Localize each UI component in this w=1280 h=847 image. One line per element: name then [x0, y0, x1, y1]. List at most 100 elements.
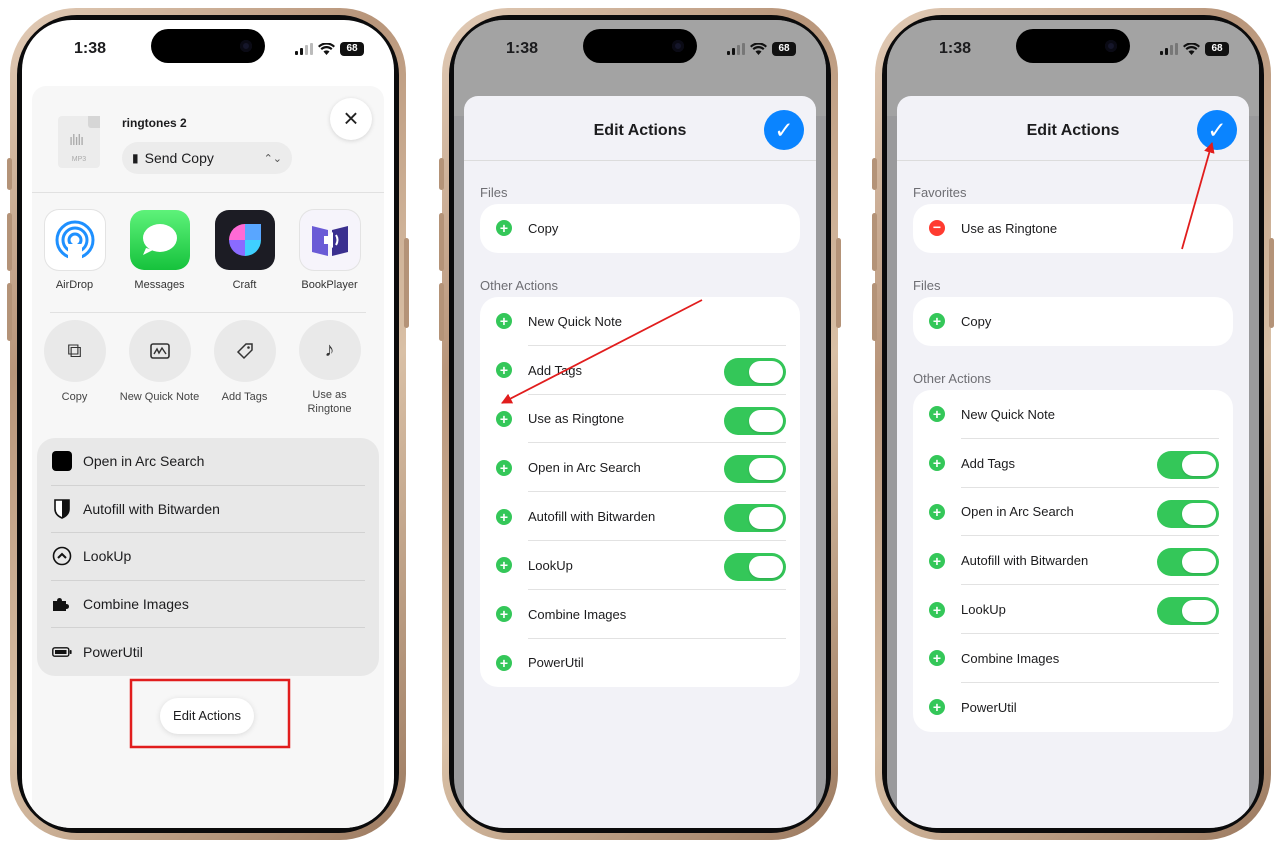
section-header-other-actions: Other Actions [913, 371, 992, 386]
remove-icon[interactable]: − [929, 220, 945, 237]
volume-down-button [872, 283, 877, 341]
battery-level: 68 [340, 42, 364, 56]
add-icon[interactable]: + [496, 606, 512, 623]
row-add-tags: + Add Tags [913, 439, 1233, 488]
row-label: Use as Ringtone [961, 220, 1058, 236]
toggle-switch[interactable] [724, 504, 786, 533]
row-label: PowerUtil [528, 655, 584, 671]
toggle-switch[interactable] [724, 552, 786, 581]
list-item-lookup[interactable]: LookUp [51, 533, 365, 581]
battery-level: 68 [1205, 42, 1229, 56]
volume-up-button [872, 213, 877, 271]
craft-icon [214, 210, 275, 270]
edit-actions-sheet: Edit Actions ✓ Files + Copy Other Action… [464, 96, 816, 828]
other-actions-group: + New Quick Note + Add Tags + Use as Rin… [480, 297, 800, 688]
file-name: ringtones 2 [122, 116, 187, 130]
add-icon[interactable]: + [929, 503, 945, 520]
add-icon[interactable]: + [929, 601, 945, 618]
row-open-in-arc-search: + Open in Arc Search [480, 443, 800, 493]
close-icon: × [343, 103, 359, 133]
arc-search-icon [51, 450, 73, 472]
list-item-label: Open in Arc Search [83, 453, 205, 470]
status-time: 1:38 [506, 40, 539, 57]
add-icon[interactable]: + [496, 654, 512, 671]
side-button [404, 238, 409, 328]
cellular-signal-icon [727, 43, 745, 55]
row-new-quick-note: + New Quick Note [913, 390, 1233, 439]
app-bookplayer[interactable]: BookPlayer [287, 210, 372, 300]
header-divider [464, 160, 816, 161]
action-label: New Quick Note [119, 391, 200, 403]
add-icon[interactable]: + [929, 699, 945, 716]
header-divider [897, 160, 1249, 161]
add-icon[interactable]: + [496, 508, 512, 525]
toggle-switch[interactable] [1157, 548, 1219, 577]
done-button[interactable]: ✓ [764, 110, 804, 150]
dynamic-island [151, 29, 265, 63]
file-fold [88, 116, 100, 128]
add-icon[interactable]: + [929, 552, 945, 569]
puzzle-icon [51, 593, 73, 615]
lookup-icon [51, 545, 73, 567]
action-copy[interactable]: ⧉ Copy [32, 320, 117, 416]
share-sheet: × ılılı MP3 ringtones 2 ▮ Send Copy ⌃⌄ A… [32, 86, 384, 828]
action-new-quick-note[interactable]: New Quick Note [117, 320, 202, 416]
list-item-combine-images[interactable]: Combine Images [51, 581, 365, 629]
add-icon[interactable]: + [496, 410, 512, 427]
add-icon[interactable]: + [496, 220, 512, 237]
list-item-arc-search[interactable]: Open in Arc Search [51, 438, 365, 486]
app-craft[interactable]: Craft [202, 210, 287, 300]
phone-frame-3: 1:38 68 Edit Actions ✓ Favorites − Use a… [872, 8, 1274, 840]
add-icon[interactable]: + [929, 313, 945, 330]
edit-actions-sheet: Edit Actions ✓ Favorites − Use as Ringto… [897, 96, 1249, 828]
wifi-icon [1183, 43, 1200, 55]
list-item-label: Combine Images [83, 596, 189, 613]
row-label: Copy [528, 220, 559, 236]
edit-actions-button[interactable]: Edit Actions [160, 698, 254, 734]
action-use-as-ringtone[interactable]: ♪ Use as Ringtone [287, 320, 372, 416]
add-icon[interactable]: + [929, 455, 945, 472]
row-open-in-arc-search: + Open in Arc Search [913, 488, 1233, 537]
row-label: Copy [961, 313, 992, 329]
app-messages[interactable]: Messages [117, 210, 202, 300]
list-item-powerutil[interactable]: PowerUtil [51, 628, 365, 676]
toggle-switch[interactable] [724, 455, 786, 484]
add-icon[interactable]: + [929, 650, 945, 667]
add-icon[interactable]: + [496, 459, 512, 476]
action-button [872, 158, 877, 190]
cellular-signal-icon [295, 43, 313, 55]
app-label: AirDrop [55, 279, 94, 291]
toggle-switch[interactable] [1157, 499, 1219, 528]
document-icon: ▮ [132, 151, 139, 165]
app-airdrop[interactable]: AirDrop [32, 210, 117, 300]
row-label: Use as Ringtone [528, 411, 625, 427]
row-powerutil: + PowerUtil [480, 639, 800, 688]
row-label: New Quick Note [961, 406, 1055, 422]
action-add-tags[interactable]: Add Tags [202, 320, 287, 416]
toggle-switch[interactable] [724, 357, 786, 386]
wifi-icon [750, 43, 767, 55]
list-item-bitwarden[interactable]: Autofill with Bitwarden [51, 486, 365, 534]
close-button[interactable]: × [330, 98, 372, 140]
row-label: Combine Images [961, 650, 1060, 666]
toggle-switch[interactable] [1157, 597, 1219, 626]
toggle-switch[interactable] [724, 406, 786, 435]
tag-icon [213, 320, 276, 382]
add-icon[interactable]: + [929, 406, 945, 423]
row-add-tags: + Add Tags [480, 346, 800, 395]
add-icon[interactable]: + [496, 557, 512, 574]
other-actions-group: + New Quick Note + Add Tags + Open in Ar… [913, 390, 1233, 732]
airdrop-icon [44, 210, 105, 270]
send-mode-picker[interactable]: ▮ Send Copy ⌃⌄ [122, 142, 292, 174]
add-icon[interactable]: + [496, 362, 512, 379]
row-label: Autofill with Bitwarden [528, 509, 656, 525]
row-copy: + Copy [480, 204, 800, 253]
action-button [7, 158, 12, 190]
row-new-quick-note: + New Quick Note [480, 297, 800, 346]
row-lookup: + LookUp [913, 585, 1233, 634]
done-button[interactable]: ✓ [1197, 110, 1237, 150]
row-label: Add Tags [961, 455, 1015, 471]
toggle-switch[interactable] [1157, 450, 1219, 479]
add-icon[interactable]: + [496, 313, 512, 330]
share-sheet-screen: 1:38 68 × ılılı MP3 ringtones 2 ▮ Send C… [22, 20, 394, 828]
